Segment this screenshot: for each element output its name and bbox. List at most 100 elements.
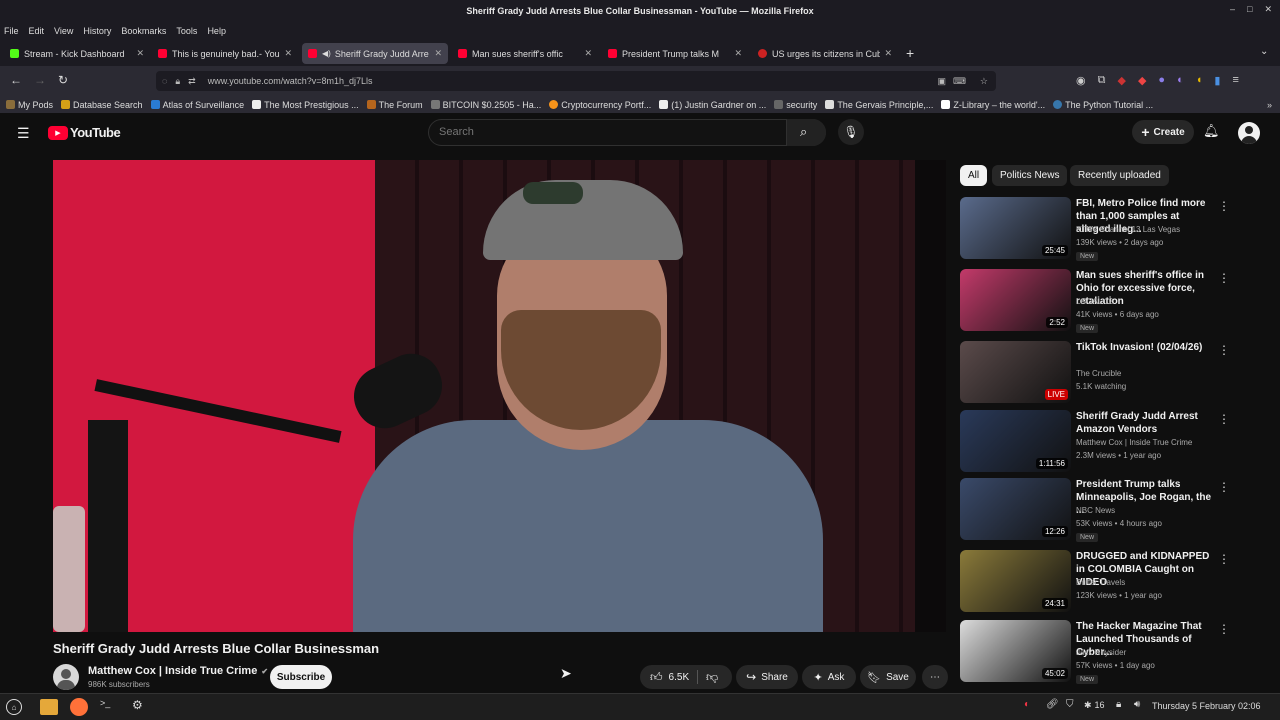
tray-lock-icon[interactable]: 🔒︎	[1116, 699, 1121, 710]
more-vertical-icon[interactable]: ⋮	[1218, 343, 1230, 357]
terminal-icon[interactable]: >_	[100, 698, 110, 708]
tab-close-icon[interactable]: ✕	[584, 48, 592, 59]
ublock-icon[interactable]: ◆	[1117, 74, 1125, 87]
video-player[interactable]	[53, 160, 946, 632]
account-icon[interactable]: ◉	[1076, 74, 1086, 87]
recommendation-card[interactable]: 1:11:56 Sheriff Grady Judd Arrest Amazon …	[960, 410, 1270, 474]
tab-youtube-1[interactable]: This is genuinely bad.- You ✕	[152, 43, 298, 64]
bookmark-gervais-principle[interactable]: The Gervais Principle,...	[825, 100, 933, 110]
recommendation-channel[interactable]: NBC News	[1076, 506, 1115, 515]
menu-view[interactable]: View	[54, 26, 73, 36]
file-manager-icon[interactable]	[40, 699, 58, 715]
video-thumbnail[interactable]: 45:02	[960, 620, 1071, 682]
speaker-icon[interactable]: ◀)	[322, 49, 331, 58]
more-actions-button[interactable]: ⋯	[922, 665, 948, 689]
ask-button[interactable]: ✦ Ask	[802, 665, 856, 689]
avatar[interactable]	[1238, 122, 1260, 144]
app-launcher-icon[interactable]: ⌂	[6, 699, 22, 715]
back-icon[interactable]: ←	[10, 73, 22, 87]
reload-icon[interactable]: ↻	[58, 73, 68, 87]
steam-icon[interactable]: ⚙	[132, 698, 143, 712]
app-menu-icon[interactable]: ≡	[1232, 74, 1238, 87]
save-button[interactable]: 🔖︎ Save	[860, 665, 916, 689]
translate-icon[interactable]: ⌨	[953, 76, 966, 87]
extension-purple-icon[interactable]: ●	[1158, 74, 1165, 87]
lock-icon[interactable]: 🔒︎	[175, 76, 180, 87]
recommendation-card[interactable]: 2:52 Man sues sheriff's office in Ohio fo…	[960, 269, 1270, 333]
hamburger-menu-icon[interactable]: ☰	[17, 125, 30, 142]
close-icon[interactable]: ✕	[1264, 4, 1272, 15]
bookmark-python-tutorial[interactable]: The Python Tutorial ...	[1053, 100, 1153, 110]
dislike-icon[interactable]: 👎︎	[706, 670, 718, 685]
search-input[interactable]	[439, 126, 769, 138]
tab-man-sues[interactable]: Man sues sheriff's offic ✕	[452, 43, 598, 64]
recommendation-channel[interactable]: Matthew Cox | Inside True Crime	[1076, 438, 1192, 447]
recommendation-channel[interactable]: LOCAL 12	[1076, 297, 1113, 306]
extension-yellow-icon[interactable]: ◖	[1196, 74, 1203, 87]
subscribe-button[interactable]: Subscribe	[270, 665, 332, 689]
bookmark-security[interactable]: security	[774, 100, 817, 110]
like-count[interactable]: 6.5K	[669, 672, 690, 683]
tray-vpn-icon[interactable]: ⛉	[1066, 699, 1074, 710]
chip-politics-news[interactable]: Politics News	[992, 165, 1068, 186]
bookmark-bitcoin[interactable]: BITCOIN $0.2505 - Ha...	[430, 100, 541, 110]
extension-blue-icon[interactable]: ▮	[1214, 74, 1220, 87]
search-box[interactable]	[428, 119, 826, 146]
recommendation-channel[interactable]: Jack Rhysider	[1076, 648, 1126, 657]
menu-help[interactable]: Help	[207, 26, 226, 36]
reader-view-icon[interactable]: ▣	[937, 76, 946, 87]
menu-file[interactable]: File	[4, 26, 19, 36]
url-bar[interactable]: ◌ 🔒︎ ⇄ www.youtube.com/watch?v=8m1h_dj7L…	[156, 71, 996, 91]
recommendation-card[interactable]: 45:02 The Hacker Magazine That Launched T…	[960, 620, 1270, 684]
extensions-icon[interactable]: ⧉	[1098, 74, 1106, 87]
channel-avatar[interactable]	[53, 664, 79, 690]
tray-network-icon[interactable]: 🔗︎	[1046, 699, 1059, 710]
tab-us-urges[interactable]: US urges its citizens in Cuba ✕	[752, 43, 898, 64]
recommendation-channel[interactable]: KTNV Channel 13 Las Vegas	[1076, 225, 1180, 234]
bookmark-cryptocurrency[interactable]: Cryptocurrency Portf...	[549, 100, 651, 110]
recommendation-title[interactable]: Sheriff Grady Judd Arrest Amazon Vendors	[1076, 410, 1216, 436]
forward-icon[interactable]: →	[34, 73, 46, 87]
tab-close-icon[interactable]: ✕	[284, 48, 292, 59]
tray-volume[interactable]: ✱ 16	[1084, 700, 1105, 711]
bookmark-atlas-surveillance[interactable]: Atlas of Surveillance	[150, 100, 244, 110]
clock[interactable]: Thursday 5 February 02:06	[1152, 701, 1261, 711]
video-thumbnail[interactable]: 2:52	[960, 269, 1071, 331]
extension-red-icon[interactable]: ◆	[1138, 74, 1146, 87]
bookmark-the-forum[interactable]: The Forum	[366, 100, 423, 110]
recommendation-card[interactable]: 25:45 FBI, Metro Police find more than 1,…	[960, 197, 1270, 261]
maximize-icon[interactable]: □	[1247, 4, 1252, 15]
menu-tools[interactable]: Tools	[176, 26, 197, 36]
minimize-icon[interactable]: –	[1230, 4, 1235, 15]
bookmark-justin-gardner[interactable]: (1) Justin Gardner on ...	[659, 100, 766, 110]
recommendation-channel[interactable]: Buffer Travels	[1076, 578, 1125, 587]
url-text[interactable]: www.youtube.com/watch?v=8m1h_dj7Lls	[208, 76, 373, 86]
bookmark-star-icon[interactable]: ☆	[980, 76, 988, 87]
recommendation-card[interactable]: 12:26 President Trump talks Minneapolis, …	[960, 478, 1270, 542]
chip-all[interactable]: All	[960, 165, 988, 186]
video-thumbnail[interactable]: 24:31	[960, 550, 1071, 612]
video-thumbnail[interactable]: 25:45	[960, 197, 1071, 259]
tab-sheriff-grady-judd[interactable]: ◀) Sheriff Grady Judd Arre ✕	[302, 43, 448, 64]
tab-close-icon[interactable]: ✕	[734, 48, 742, 59]
more-vertical-icon[interactable]: ⋮	[1218, 412, 1230, 426]
tab-close-icon[interactable]: ✕	[136, 48, 144, 59]
youtube-logo[interactable]: ▶ YouTube	[48, 125, 121, 140]
bookmark-most-prestigious[interactable]: The Most Prestigious ...	[252, 100, 359, 110]
bookmark-database-search[interactable]: Database Search	[61, 100, 143, 110]
bookmark-z-library[interactable]: Z-Library – the world'...	[941, 100, 1045, 110]
channel-name[interactable]: Matthew Cox | Inside True Crime	[88, 665, 257, 677]
more-vertical-icon[interactable]: ⋮	[1218, 199, 1230, 213]
more-vertical-icon[interactable]: ⋮	[1218, 552, 1230, 566]
recommendation-channel[interactable]: The Crucible	[1076, 369, 1121, 378]
tab-close-icon[interactable]: ✕	[434, 48, 442, 59]
tab-kick-dashboard[interactable]: Stream - Kick Dashboard ✕	[4, 43, 150, 64]
channel-name-row[interactable]: Matthew Cox | Inside True Crime ✔	[88, 665, 268, 677]
menu-history[interactable]: History	[83, 26, 111, 36]
more-vertical-icon[interactable]: ⋮	[1218, 622, 1230, 636]
create-button[interactable]: + Create	[1132, 120, 1194, 144]
like-icon[interactable]: 👍︎	[650, 670, 663, 685]
tab-list-icon[interactable]: ⌄	[1260, 46, 1268, 57]
tab-close-icon[interactable]: ✕	[884, 48, 892, 59]
bookmarks-overflow-icon[interactable]: »	[1267, 100, 1272, 110]
